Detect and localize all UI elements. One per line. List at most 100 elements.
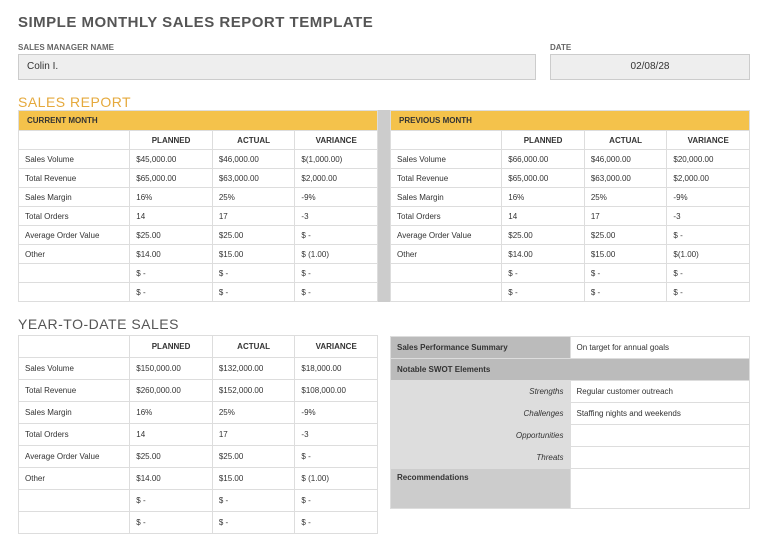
cell-planned[interactable]: $45,000.00 <box>130 150 213 169</box>
table-row: Average Order Value $25.00 $25.00 $ - <box>19 446 378 468</box>
perf-summary-header: Sales Performance Summary <box>391 337 571 359</box>
cell-variance[interactable]: $2,000.00 <box>295 169 378 188</box>
cell-actual[interactable]: $132,000.00 <box>212 358 295 380</box>
current-month-title: CURRENT MONTH <box>18 110 378 130</box>
cell-variance[interactable]: $20,000.00 <box>667 150 750 169</box>
cell-variance[interactable]: -3 <box>295 424 378 446</box>
cell-actual[interactable]: $ - <box>212 283 295 302</box>
row-label <box>19 264 130 283</box>
challenges-value[interactable]: Staffing nights and weekends <box>570 403 750 425</box>
recommendations-label: Recommendations <box>391 469 571 509</box>
cell-variance[interactable]: $ - <box>667 226 750 245</box>
row-label: Total Orders <box>19 207 130 226</box>
cell-variance[interactable]: $18,000.00 <box>295 358 378 380</box>
cell-planned[interactable]: $14.00 <box>502 245 585 264</box>
col-blank <box>19 336 130 358</box>
cell-variance[interactable]: $ - <box>295 283 378 302</box>
cell-actual[interactable]: $15.00 <box>212 245 295 264</box>
cell-planned[interactable]: $25.00 <box>130 226 213 245</box>
cell-actual[interactable]: $ - <box>584 283 667 302</box>
strengths-value[interactable]: Regular customer outreach <box>570 381 750 403</box>
cell-actual[interactable]: $63,000.00 <box>212 169 295 188</box>
cell-actual[interactable]: $ - <box>212 512 295 534</box>
col-variance: VARIANCE <box>295 131 378 150</box>
cell-planned[interactable]: $ - <box>130 490 213 512</box>
date-input[interactable]: 02/08/28 <box>550 54 750 80</box>
table-row: Sales Margin 16% 25% -9% <box>19 188 378 207</box>
cell-planned[interactable]: $65,000.00 <box>502 169 585 188</box>
cell-actual[interactable]: 17 <box>584 207 667 226</box>
cell-actual[interactable]: $63,000.00 <box>584 169 667 188</box>
row-label: Average Order Value <box>391 226 502 245</box>
current-month-panel: CURRENT MONTH PLANNED ACTUAL VARIANCE Sa… <box>18 110 378 302</box>
col-variance: VARIANCE <box>667 131 750 150</box>
cell-variance[interactable]: $ (1.00) <box>295 245 378 264</box>
cell-planned[interactable]: $25.00 <box>130 446 213 468</box>
cell-variance[interactable]: -9% <box>295 188 378 207</box>
cell-planned[interactable]: $14.00 <box>130 468 213 490</box>
cell-planned[interactable]: $14.00 <box>130 245 213 264</box>
cell-planned[interactable]: $ - <box>502 283 585 302</box>
cell-variance[interactable]: $2,000.00 <box>667 169 750 188</box>
cell-planned[interactable]: 16% <box>502 188 585 207</box>
cell-actual[interactable]: 17 <box>212 207 295 226</box>
cell-variance[interactable]: $ - <box>667 283 750 302</box>
cell-planned[interactable]: 16% <box>130 188 213 207</box>
cell-actual[interactable]: 25% <box>584 188 667 207</box>
table-row: Sales Margin 16% 25% -9% <box>19 402 378 424</box>
cell-variance[interactable]: $ - <box>295 264 378 283</box>
cell-variance[interactable]: $ - <box>295 512 378 534</box>
current-month-body: Sales Volume $45,000.00 $46,000.00 $(1,0… <box>19 150 378 302</box>
row-label: Sales Volume <box>391 150 502 169</box>
row-label <box>391 264 502 283</box>
cell-planned[interactable]: 14 <box>502 207 585 226</box>
cell-planned[interactable]: $150,000.00 <box>130 358 213 380</box>
cell-actual[interactable]: $46,000.00 <box>212 150 295 169</box>
cell-planned[interactable]: 14 <box>130 207 213 226</box>
summary-table: Sales Performance Summary On target for … <box>390 336 750 509</box>
cell-planned[interactable]: $260,000.00 <box>130 380 213 402</box>
cell-planned[interactable]: $66,000.00 <box>502 150 585 169</box>
perf-summary-value[interactable]: On target for annual goals <box>570 337 750 359</box>
cell-actual[interactable]: $25.00 <box>212 446 295 468</box>
cell-planned[interactable]: $ - <box>130 283 213 302</box>
cell-actual[interactable]: $152,000.00 <box>212 380 295 402</box>
cell-actual[interactable]: $15.00 <box>584 245 667 264</box>
cell-actual[interactable]: $46,000.00 <box>584 150 667 169</box>
row-label <box>19 512 130 534</box>
cell-variance[interactable]: -3 <box>295 207 378 226</box>
cell-actual[interactable]: 25% <box>212 402 295 424</box>
cell-actual[interactable]: $15.00 <box>212 468 295 490</box>
cell-variance[interactable]: $(1.00) <box>667 245 750 264</box>
cell-planned[interactable]: $ - <box>130 512 213 534</box>
cell-planned[interactable]: $25.00 <box>502 226 585 245</box>
threats-value[interactable] <box>570 447 750 469</box>
cell-planned[interactable]: 14 <box>130 424 213 446</box>
cell-variance[interactable]: $108,000.00 <box>295 380 378 402</box>
table-row: $ - $ - $ - <box>391 283 750 302</box>
cell-planned[interactable]: 16% <box>130 402 213 424</box>
cell-variance[interactable]: $ - <box>295 446 378 468</box>
cell-actual[interactable]: 25% <box>212 188 295 207</box>
cell-actual[interactable]: $25.00 <box>584 226 667 245</box>
cell-variance[interactable]: $(1,000.00) <box>295 150 378 169</box>
cell-planned[interactable]: $ - <box>130 264 213 283</box>
recommendations-value[interactable] <box>570 469 750 509</box>
cell-actual[interactable]: $ - <box>212 490 295 512</box>
opportunities-value[interactable] <box>570 425 750 447</box>
cell-variance[interactable]: -9% <box>667 188 750 207</box>
cell-actual[interactable]: $25.00 <box>212 226 295 245</box>
cell-actual[interactable]: 17 <box>212 424 295 446</box>
cell-variance[interactable]: -3 <box>667 207 750 226</box>
cell-actual[interactable]: $ - <box>212 264 295 283</box>
cell-actual[interactable]: $ - <box>584 264 667 283</box>
cell-variance[interactable]: $ (1.00) <box>295 468 378 490</box>
cell-variance[interactable]: $ - <box>295 490 378 512</box>
col-planned: PLANNED <box>130 336 213 358</box>
cell-variance[interactable]: $ - <box>667 264 750 283</box>
cell-variance[interactable]: $ - <box>295 226 378 245</box>
manager-input[interactable]: Colin I. <box>18 54 536 80</box>
cell-planned[interactable]: $65,000.00 <box>130 169 213 188</box>
cell-variance[interactable]: -9% <box>295 402 378 424</box>
cell-planned[interactable]: $ - <box>502 264 585 283</box>
